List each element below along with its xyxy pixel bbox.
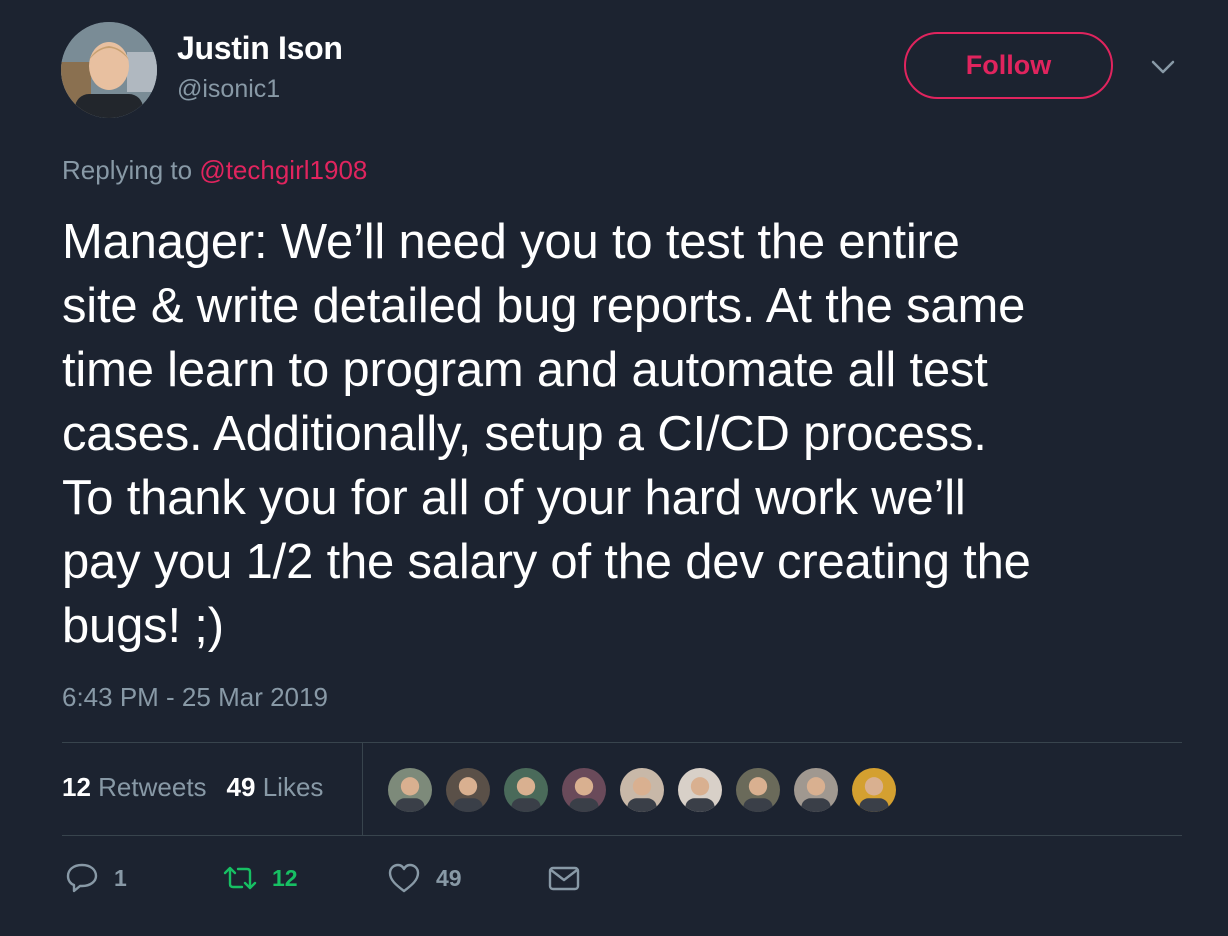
replying-prefix: Replying to [62, 155, 193, 185]
liker-avatar-9[interactable] [850, 766, 898, 814]
tweet-actions: 1 12 49 [62, 860, 622, 908]
replying-mention-link[interactable]: @techgirl1908 [199, 155, 367, 185]
like-count: 49 [436, 864, 462, 891]
liker-avatar-7[interactable] [734, 766, 782, 814]
like-button[interactable]: 49 [386, 860, 462, 896]
stats-divider [362, 743, 363, 835]
reply-icon [66, 863, 98, 893]
liker-avatar-1[interactable] [386, 766, 434, 814]
retweet-button[interactable]: 12 [222, 860, 298, 896]
divider [62, 835, 1182, 836]
liker-avatar-3[interactable] [502, 766, 550, 814]
liker-avatar-4[interactable] [560, 766, 608, 814]
retweet-icon [223, 866, 257, 890]
tweet-timestamp[interactable]: 6:43 PM - 25 Mar 2019 [62, 682, 328, 713]
author-name[interactable]: Justin Ison [177, 30, 343, 67]
liker-avatar-5[interactable] [618, 766, 666, 814]
likes-count: 49 [226, 772, 256, 802]
likes-label: Likes [262, 772, 324, 802]
direct-message-button[interactable] [546, 860, 582, 896]
replying-to: Replying to @techgirl1908 [62, 155, 367, 186]
liker-avatar-6[interactable] [676, 766, 724, 814]
divider [62, 742, 1182, 743]
reply-button[interactable]: 1 [64, 860, 127, 896]
retweets-count: 12 [62, 772, 91, 802]
retweet-count: 12 [272, 864, 298, 891]
tweet-text: Manager: We’ll need you to test the enti… [62, 215, 1031, 653]
tweet-stats: 12 Retweets 49 Likes [62, 772, 323, 803]
retweets-stat[interactable]: 12 Retweets [62, 772, 207, 803]
follow-button[interactable]: Follow [904, 32, 1113, 99]
heart-icon [388, 863, 420, 893]
likers-list [386, 766, 898, 814]
caret-down-icon[interactable] [1150, 56, 1176, 78]
author-handle[interactable]: @isonic1 [177, 75, 280, 104]
liker-avatar-8[interactable] [792, 766, 840, 814]
liker-avatar-2[interactable] [444, 766, 492, 814]
mail-icon [548, 866, 580, 891]
retweets-label: Retweets [98, 772, 207, 802]
reply-count: 1 [114, 864, 127, 891]
author-avatar[interactable] [61, 22, 157, 118]
likes-stat[interactable]: 49 Likes [227, 772, 324, 803]
